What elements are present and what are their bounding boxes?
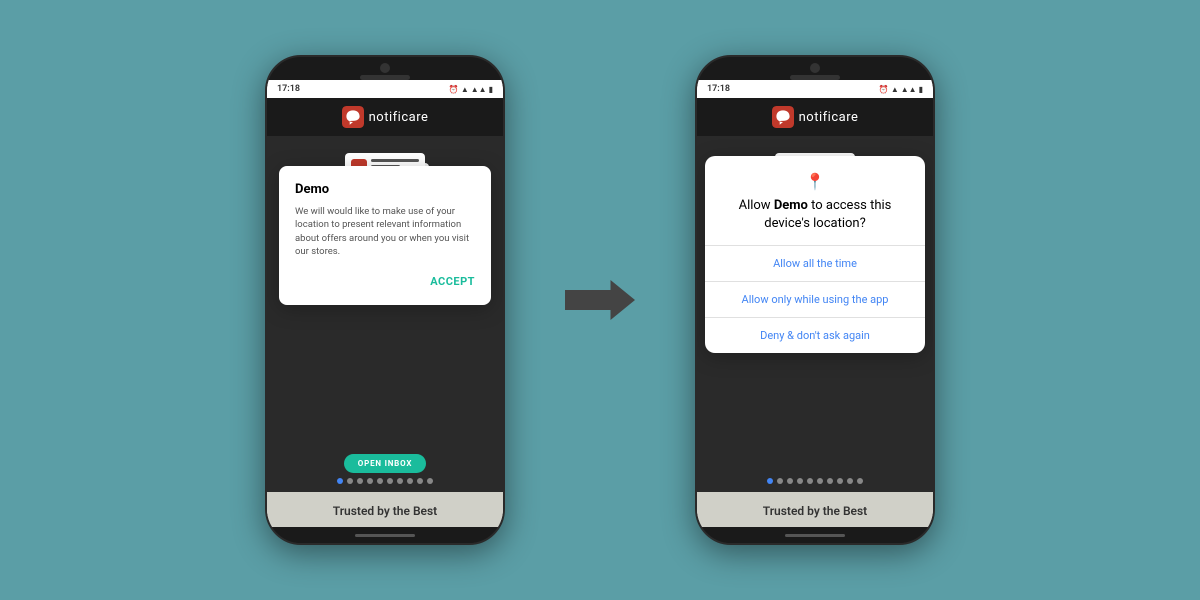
bottom-area-left: OPEN INBOX	[267, 446, 503, 492]
signal-icon: ▲▲	[471, 85, 487, 94]
dot-3	[367, 478, 373, 484]
battery-icon-r: ▮	[919, 85, 923, 94]
location-dialog-content: 📍 Allow Demo to access this device's loc…	[705, 156, 925, 245]
wifi-icon-r: ▲	[891, 85, 899, 94]
dialog-accept-area: ACCEPT	[295, 270, 475, 289]
dot-r-3	[797, 478, 803, 484]
home-bar-left	[355, 534, 415, 537]
phone-top-right	[697, 57, 933, 80]
dot-r-8	[847, 478, 853, 484]
scene: 17:18 ⏰ ▲ ▲▲ ▮ notificare	[265, 55, 935, 545]
trusted-label-right: Trusted by the Best	[763, 504, 867, 518]
bottom-area-right	[697, 443, 933, 492]
camera-left	[380, 63, 390, 73]
logo-icon-right	[772, 106, 794, 128]
trusted-area-left: Trusted by the Best	[267, 492, 503, 527]
dot-2	[357, 478, 363, 484]
dialog-title: Demo	[295, 182, 475, 197]
notificare-logo-left: notificare	[342, 106, 429, 128]
dot-6	[397, 478, 403, 484]
home-indicator-left	[267, 527, 503, 543]
home-indicator-right	[697, 527, 933, 543]
status-bar-left: 17:18 ⏰ ▲ ▲▲ ▮	[267, 80, 503, 98]
app-header-right: notificare	[697, 98, 933, 136]
status-icons-right: ⏰ ▲ ▲▲ ▮	[879, 85, 923, 94]
dot-4	[377, 478, 383, 484]
location-title-part1: Allow	[739, 198, 774, 213]
dialog-body: We will would like to make use of your l…	[295, 205, 475, 258]
dot-r-5	[817, 478, 823, 484]
battery-icon: ▮	[489, 85, 493, 94]
location-dialog: 📍 Allow Demo to access this device's loc…	[705, 156, 925, 353]
dot-1	[347, 478, 353, 484]
notificare-logo-right: notificare	[772, 106, 859, 128]
dot-9	[427, 478, 433, 484]
demo-dialog: Demo We will would like to make use of y…	[279, 166, 491, 305]
dot-r-4	[807, 478, 813, 484]
dot-r-1	[777, 478, 783, 484]
dot-r-0	[767, 478, 773, 484]
wifi-icon: ▲	[461, 85, 469, 94]
phone-right: 17:18 ⏰ ▲ ▲▲ ▮ notificare	[695, 55, 935, 545]
location-pin-icon: 📍	[719, 172, 911, 191]
location-title-bold: Demo	[774, 198, 808, 213]
dot-7	[407, 478, 413, 484]
status-time-right: 17:18	[707, 84, 730, 94]
status-bar-right: 17:18 ⏰ ▲ ▲▲ ▮	[697, 80, 933, 98]
accept-button[interactable]: ACCEPT	[430, 275, 475, 288]
camera-right	[810, 63, 820, 73]
line5	[371, 159, 419, 162]
app-header-left: notificare	[267, 98, 503, 136]
dot-r-7	[837, 478, 843, 484]
logo-text-left: notificare	[369, 110, 429, 125]
logo-text-right: notificare	[799, 110, 859, 125]
phone-left: 17:18 ⏰ ▲ ▲▲ ▮ notificare	[265, 55, 505, 545]
page-dots-right	[767, 478, 863, 484]
logo-icon-left	[342, 106, 364, 128]
trusted-area-right: Trusted by the Best	[697, 492, 933, 527]
status-time-left: 17:18	[277, 84, 300, 94]
home-bar-right	[785, 534, 845, 537]
dot-0	[337, 478, 343, 484]
screen-left: 17:18 ⏰ ▲ ▲▲ ▮ notificare	[267, 80, 503, 527]
hero-area-left: Demo We will would like to make use of y…	[267, 136, 503, 446]
dot-5	[387, 478, 393, 484]
hero-area-right: 📍 Allow Demo to access this device's loc…	[697, 136, 933, 443]
arrow-icon	[565, 275, 635, 325]
page-dots-left	[337, 478, 433, 484]
alarm-icon: ⏰	[449, 85, 459, 94]
dot-r-6	[827, 478, 833, 484]
location-deny[interactable]: Deny & don't ask again	[705, 318, 925, 353]
location-allow-using[interactable]: Allow only while using the app	[705, 282, 925, 317]
dot-r-9	[857, 478, 863, 484]
alarm-icon-r: ⏰	[879, 85, 889, 94]
dot-8	[417, 478, 423, 484]
location-dialog-title: Allow Demo to access this device's locat…	[719, 197, 911, 233]
screen-right: 17:18 ⏰ ▲ ▲▲ ▮ notificare	[697, 80, 933, 527]
status-icons-left: ⏰ ▲ ▲▲ ▮	[449, 85, 493, 94]
open-inbox-button[interactable]: OPEN INBOX	[344, 454, 426, 473]
location-allow-always[interactable]: Allow all the time	[705, 246, 925, 281]
dot-r-2	[787, 478, 793, 484]
signal-icon-r: ▲▲	[901, 85, 917, 94]
phone-top-left	[267, 57, 503, 80]
trusted-label-left: Trusted by the Best	[333, 504, 437, 518]
